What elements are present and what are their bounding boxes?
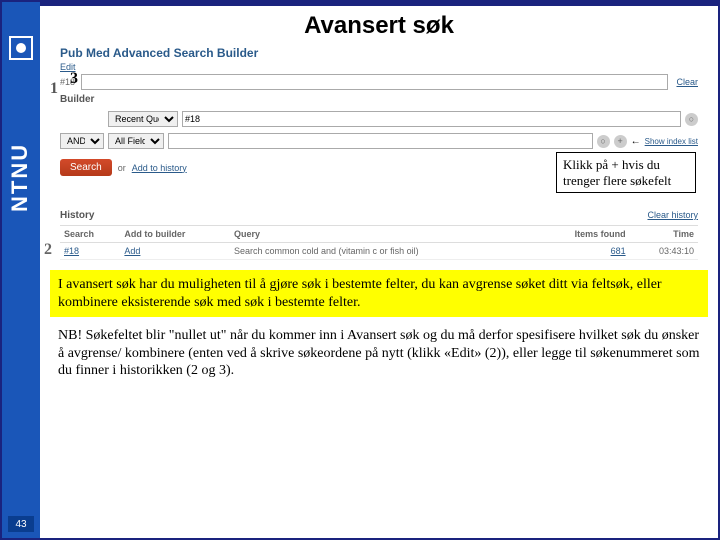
col-items: Items found	[536, 226, 630, 243]
content-area: Avansert søk Pub Med Advanced Search Bui…	[40, 2, 718, 538]
history-time: 03:43:10	[630, 243, 698, 260]
explanation-box: I avansert søk har du muligheten til å g…	[50, 270, 708, 317]
history-id-link[interactable]: #18	[64, 246, 79, 256]
history-label: History	[60, 210, 94, 221]
remove-icon[interactable]: ○	[597, 135, 610, 148]
builder-input-1[interactable]	[182, 111, 681, 127]
col-add: Add to builder	[120, 226, 230, 243]
main-search-input[interactable]	[81, 74, 668, 90]
recent-query-select[interactable]: Recent Query	[108, 111, 178, 127]
history-query-text: Search common cold and (vitamin c or fis…	[230, 243, 536, 260]
edit-link[interactable]: Edit	[60, 62, 698, 72]
page-number: 43	[8, 516, 34, 532]
clear-link[interactable]: Clear	[676, 77, 698, 87]
search-button[interactable]: Search	[60, 159, 112, 176]
history-items-link[interactable]: 681	[611, 246, 626, 256]
remove-icon[interactable]: ○	[685, 113, 698, 126]
builder-heading: 1 Builder	[60, 94, 698, 105]
overlay-number-3: 3	[70, 70, 78, 88]
history-add-link[interactable]: Add	[124, 246, 140, 256]
col-query: Query	[230, 226, 536, 243]
add-to-history-link[interactable]: Add to history	[132, 163, 187, 173]
col-search: Search	[60, 226, 120, 243]
overlay-number-1: 1	[50, 80, 58, 98]
slide: NTNU Avansert søk Pub Med Advanced Searc…	[0, 0, 720, 540]
pubmed-heading: Pub Med Advanced Search Builder	[60, 46, 698, 60]
builder-row-1: Recent Query ○	[60, 111, 698, 127]
ntnu-logo-icon	[9, 36, 33, 60]
top-search-row: 3 #18 Clear	[60, 74, 698, 90]
overlay-number-2: 2	[44, 241, 52, 259]
add-icon[interactable]: +	[614, 135, 627, 148]
builder-label: Builder	[60, 94, 94, 105]
history-table: Search Add to builder Query Items found …	[60, 225, 698, 260]
ntnu-sidebar: NTNU	[2, 2, 40, 538]
nb-note: NB! Søkefeltet blir "nullet ut" når du k…	[50, 323, 708, 384]
show-index-link[interactable]: Show index list	[645, 137, 698, 146]
builder-input-2[interactable]	[168, 133, 593, 149]
field-select[interactable]: All Fields	[108, 133, 164, 149]
clear-history-link[interactable]: Clear history	[647, 210, 698, 221]
col-time: Time	[630, 226, 698, 243]
callout-box: Klikk på + hvis du trenger flere søkefel…	[556, 152, 696, 193]
ntnu-brand: NTNU	[7, 143, 33, 212]
table-header-row: Search Add to builder Query Items found …	[60, 226, 698, 243]
table-row: 2 #18 Add Search common cold and (vitami…	[60, 243, 698, 260]
builder-row-2: AND All Fields ○ + ← Show index list	[60, 133, 698, 149]
operator-select[interactable]: AND	[60, 133, 104, 149]
pubmed-screenshot: Pub Med Advanced Search Builder Edit 3 #…	[40, 42, 718, 260]
slide-title: Avansert søk	[40, 6, 718, 42]
history-header: History Clear history	[60, 210, 698, 221]
arrow-icon: ←	[631, 136, 641, 147]
or-text: or	[118, 163, 126, 173]
